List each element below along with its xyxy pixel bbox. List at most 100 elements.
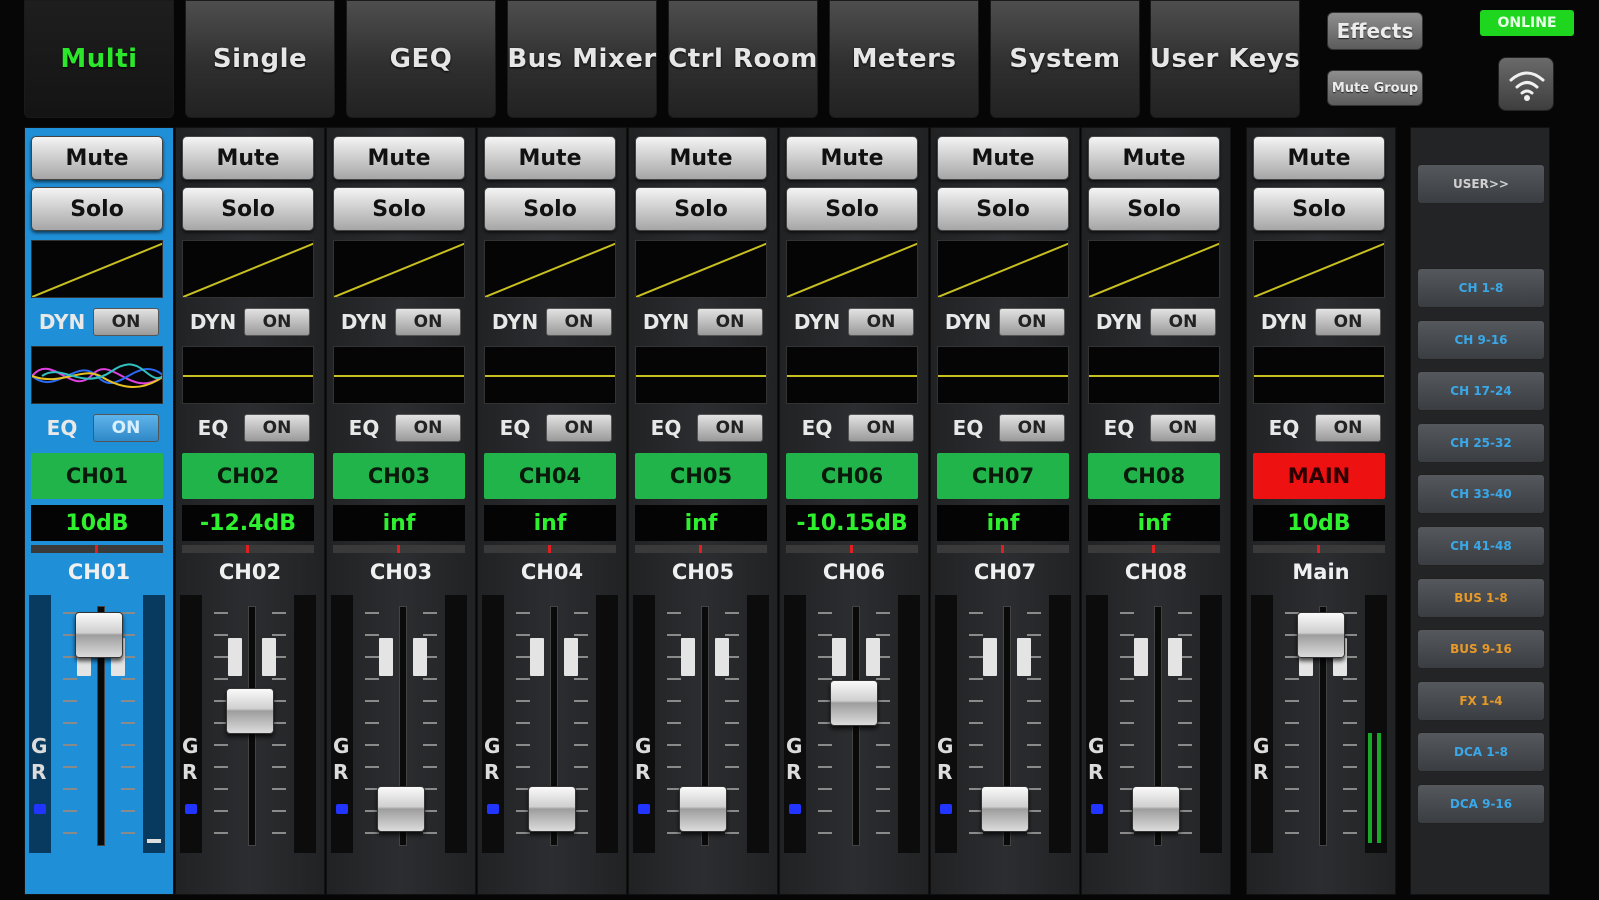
eq-on-button[interactable]: ON xyxy=(999,414,1065,442)
dynamics-graph[interactable] xyxy=(1253,240,1385,298)
channel-name-box[interactable]: CH06 xyxy=(786,453,918,499)
pan-indicator[interactable] xyxy=(484,545,616,553)
pan-indicator[interactable] xyxy=(182,545,314,553)
solo-button[interactable]: Solo xyxy=(484,187,616,231)
mute-button[interactable]: Mute xyxy=(1253,136,1385,180)
channel-name-box[interactable]: CH04 xyxy=(484,453,616,499)
dynamics-graph[interactable] xyxy=(484,240,616,298)
dyn-on-button[interactable]: ON xyxy=(697,308,763,336)
solo-button[interactable]: Solo xyxy=(635,187,767,231)
mute-button[interactable]: Mute xyxy=(31,136,163,180)
effects-button[interactable]: Effects xyxy=(1327,12,1423,50)
dyn-on-button[interactable]: ON xyxy=(546,308,612,336)
mute-button[interactable]: Mute xyxy=(484,136,616,180)
bank-button-dca-9-16[interactable]: DCA 9-16 xyxy=(1417,784,1545,824)
pan-indicator[interactable] xyxy=(786,545,918,553)
tab-multi[interactable]: Multi xyxy=(24,0,174,118)
channel-name-box[interactable]: CH05 xyxy=(635,453,767,499)
channel-name-box[interactable]: MAIN xyxy=(1253,453,1385,499)
eq-on-button[interactable]: ON xyxy=(848,414,914,442)
tab-meters[interactable]: Meters xyxy=(829,0,979,118)
dynamics-graph[interactable] xyxy=(31,240,163,298)
eq-graph[interactable] xyxy=(937,346,1069,404)
pan-indicator[interactable] xyxy=(937,545,1069,553)
eq-graph[interactable] xyxy=(1088,346,1220,404)
dyn-on-button[interactable]: ON xyxy=(848,308,914,336)
tab-geq[interactable]: GEQ xyxy=(346,0,496,118)
solo-button[interactable]: Solo xyxy=(333,187,465,231)
channel-name-box[interactable]: CH08 xyxy=(1088,453,1220,499)
eq-on-button[interactable]: ON xyxy=(93,414,159,442)
fader-knob[interactable] xyxy=(75,612,123,659)
channel-name-box[interactable]: CH02 xyxy=(182,453,314,499)
bank-button-ch-25-32[interactable]: CH 25-32 xyxy=(1417,422,1545,463)
bank-button-bus-9-16[interactable]: BUS 9-16 xyxy=(1417,629,1545,670)
eq-on-button[interactable]: ON xyxy=(244,414,310,442)
mute-button[interactable]: Mute xyxy=(1088,136,1220,180)
mute-button[interactable]: Mute xyxy=(937,136,1069,180)
mute-button[interactable]: Mute xyxy=(182,136,314,180)
mute-button[interactable]: Mute xyxy=(786,136,918,180)
pan-indicator[interactable] xyxy=(1088,545,1220,553)
bank-button-ch-33-40[interactable]: CH 33-40 xyxy=(1417,474,1545,515)
dyn-on-button[interactable]: ON xyxy=(1315,308,1381,336)
eq-graph[interactable] xyxy=(182,346,314,404)
eq-graph[interactable] xyxy=(635,346,767,404)
fader-knob[interactable] xyxy=(1297,612,1345,659)
solo-button[interactable]: Solo xyxy=(937,187,1069,231)
dyn-on-button[interactable]: ON xyxy=(244,308,310,336)
fader-knob[interactable] xyxy=(981,785,1029,832)
mute-button[interactable]: Mute xyxy=(333,136,465,180)
dyn-on-button[interactable]: ON xyxy=(93,308,159,336)
dynamics-graph[interactable] xyxy=(182,240,314,298)
eq-graph[interactable] xyxy=(31,346,163,404)
solo-button[interactable]: Solo xyxy=(786,187,918,231)
tab-bus-mixer[interactable]: Bus Mixer xyxy=(507,0,657,118)
solo-button[interactable]: Solo xyxy=(1088,187,1220,231)
tab-user-keys[interactable]: User Keys xyxy=(1150,0,1300,118)
solo-button[interactable]: Solo xyxy=(182,187,314,231)
mute-group-button[interactable]: Mute Group xyxy=(1327,70,1423,106)
solo-button[interactable]: Solo xyxy=(31,187,163,231)
dyn-on-button[interactable]: ON xyxy=(1150,308,1216,336)
dynamics-graph[interactable] xyxy=(333,240,465,298)
dyn-on-button[interactable]: ON xyxy=(395,308,461,336)
fader-knob[interactable] xyxy=(830,679,878,726)
eq-graph[interactable] xyxy=(786,346,918,404)
eq-graph[interactable] xyxy=(1253,346,1385,404)
bank-button-fx-1-4[interactable]: FX 1-4 xyxy=(1417,680,1545,721)
tab-ctrl-room[interactable]: Ctrl Room xyxy=(668,0,818,118)
bank-button-ch-41-48[interactable]: CH 41-48 xyxy=(1417,526,1545,566)
bank-button-ch-9-16[interactable]: CH 9-16 xyxy=(1417,319,1545,360)
fader-knob[interactable] xyxy=(679,785,727,832)
dynamics-graph[interactable] xyxy=(937,240,1069,298)
eq-graph[interactable] xyxy=(484,346,616,404)
dyn-on-button[interactable]: ON xyxy=(999,308,1065,336)
eq-graph[interactable] xyxy=(333,346,465,404)
channel-name-box[interactable]: CH01 xyxy=(31,453,163,499)
solo-button[interactable]: Solo xyxy=(1253,187,1385,231)
dynamics-graph[interactable] xyxy=(1088,240,1220,298)
fader-knob[interactable] xyxy=(1132,785,1180,832)
bank-button-dca-1-8[interactable]: DCA 1-8 xyxy=(1417,732,1545,773)
tab-single[interactable]: Single xyxy=(185,0,335,118)
eq-on-button[interactable]: ON xyxy=(546,414,612,442)
fader-track[interactable] xyxy=(852,606,860,846)
dynamics-graph[interactable] xyxy=(786,240,918,298)
eq-on-button[interactable]: ON xyxy=(1150,414,1216,442)
bank-button-bus-1-8[interactable]: BUS 1-8 xyxy=(1417,577,1545,618)
fader-knob[interactable] xyxy=(226,687,274,734)
fader-knob[interactable] xyxy=(377,785,425,832)
wifi-icon[interactable] xyxy=(1498,57,1554,111)
eq-on-button[interactable]: ON xyxy=(697,414,763,442)
dynamics-graph[interactable] xyxy=(635,240,767,298)
eq-on-button[interactable]: ON xyxy=(1315,414,1381,442)
pan-indicator[interactable] xyxy=(1253,545,1385,553)
fader-knob[interactable] xyxy=(528,785,576,832)
pan-indicator[interactable] xyxy=(31,545,163,553)
user-bank-button[interactable]: USER>> xyxy=(1417,164,1545,204)
tab-system[interactable]: System xyxy=(990,0,1140,118)
pan-indicator[interactable] xyxy=(333,545,465,553)
channel-name-box[interactable]: CH03 xyxy=(333,453,465,499)
pan-indicator[interactable] xyxy=(635,545,767,553)
